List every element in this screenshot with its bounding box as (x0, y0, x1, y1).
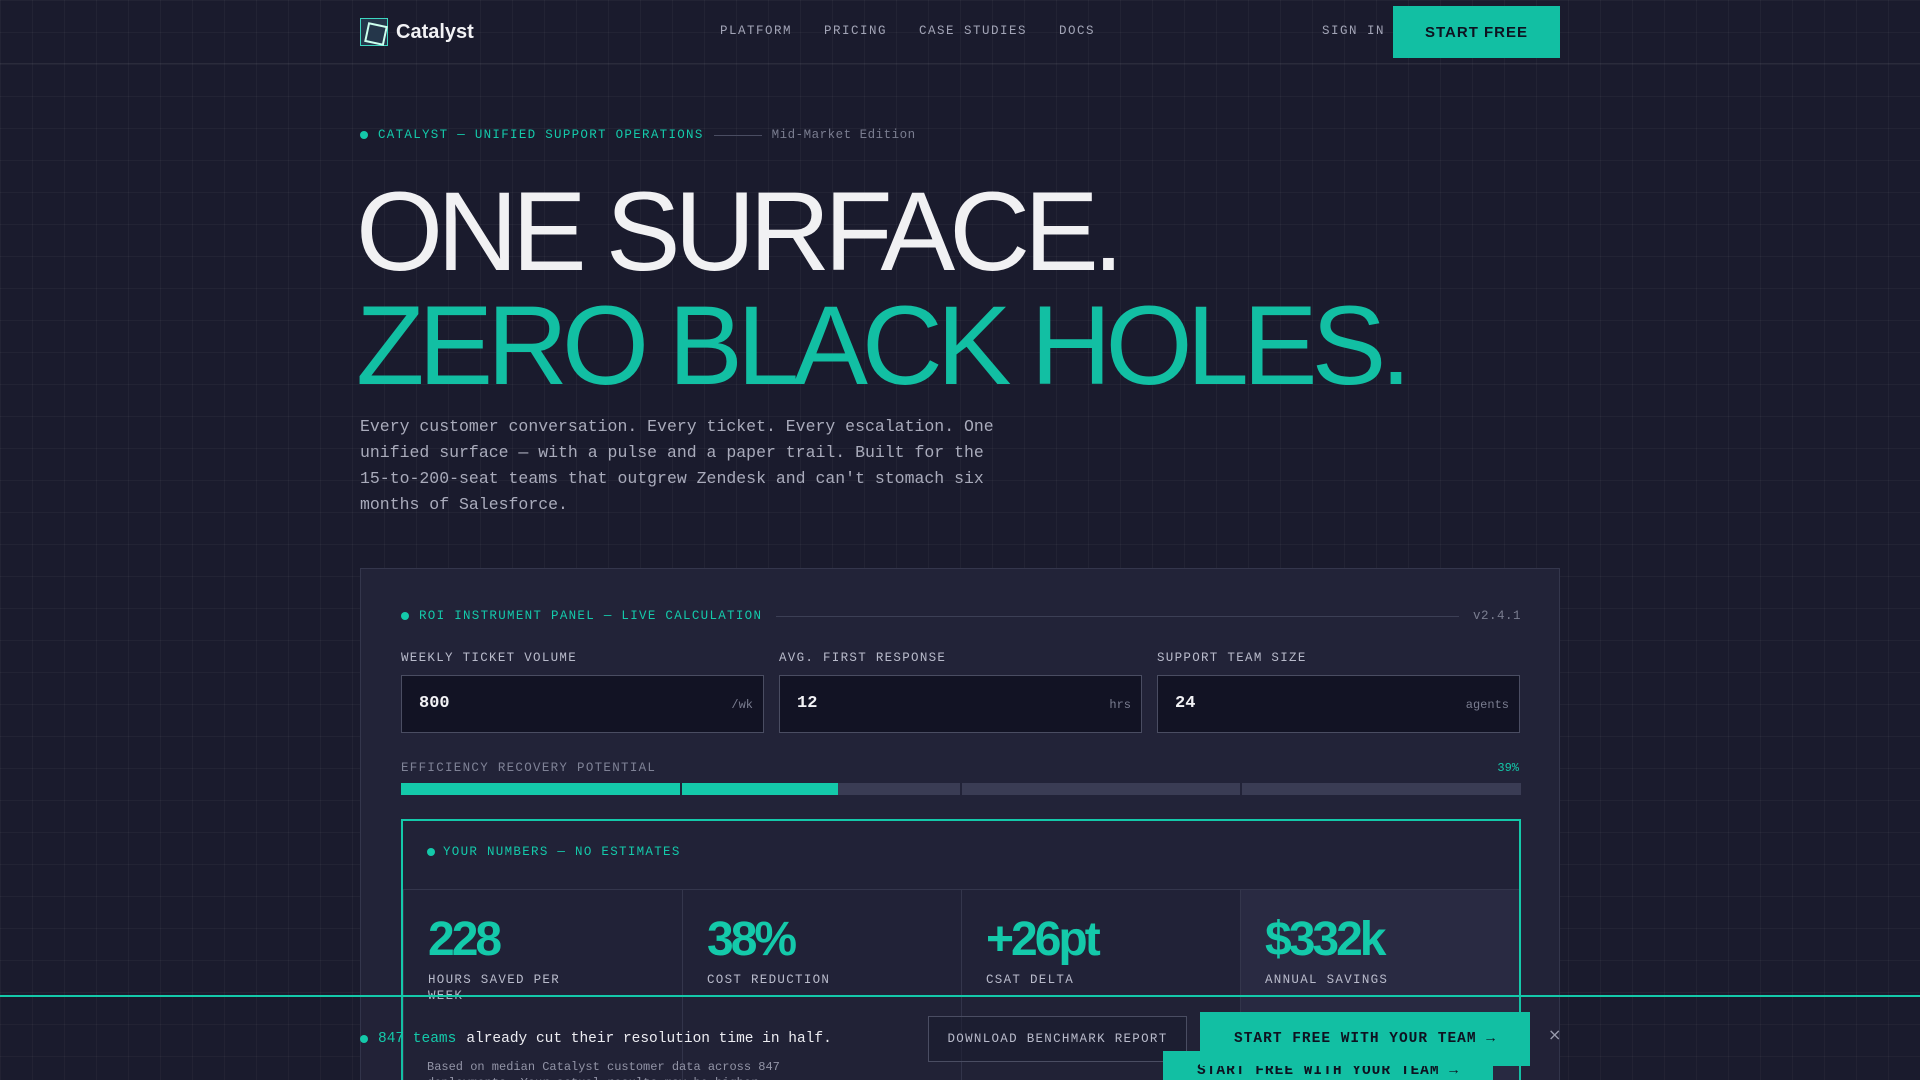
close-icon[interactable]: × (1548, 1025, 1561, 1044)
progress-segment-divider (960, 783, 962, 795)
weekly-ticket-volume-input[interactable]: 800 /wk (401, 675, 764, 733)
top-nav: Catalyst PLATFORM PRICING CASE STUDIES D… (0, 0, 1920, 64)
hero-lede: Every customer conversation. Every ticke… (360, 417, 994, 514)
field-unit: agents (1465, 698, 1509, 712)
results-dot-icon (427, 848, 435, 856)
metric-caption: ANNUAL SAVINGS (1265, 973, 1389, 987)
nav-link-pricing[interactable]: PRICING (824, 24, 887, 38)
logo[interactable]: Catalyst (360, 18, 474, 46)
panel-header: ROI INSTRUMENT PANEL — LIVE CALCULATION … (401, 609, 1521, 623)
field-label: AVG. FIRST RESPONSE (779, 651, 947, 665)
nav-link-case-studies[interactable]: CASE STUDIES (919, 24, 1027, 38)
logo-mark-icon (360, 18, 388, 46)
efficiency-progress-bar (401, 783, 1521, 795)
sticky-cta-bar: 847 teams already cut their resolution t… (0, 995, 1920, 1080)
social-proof-dot-icon (360, 1035, 368, 1043)
social-proof-text: already cut their resolution time in hal… (466, 1031, 832, 1047)
field-value: 12 (797, 694, 818, 713)
metric-value: $332k (1265, 913, 1386, 966)
eyebrow-edition: Mid-Market Edition (771, 128, 916, 142)
field-unit: /wk (731, 698, 753, 712)
hero-eyebrow: CATALYST — UNIFIED SUPPORT OPERATIONS Mi… (360, 128, 916, 142)
progress-segment-divider (680, 783, 682, 795)
field-label: SUPPORT TEAM SIZE (1157, 651, 1307, 665)
start-free-button[interactable]: START FREE (1393, 6, 1560, 58)
metric-value: 38% (707, 913, 797, 966)
support-team-size-input[interactable]: 24 agents (1157, 675, 1520, 733)
avg-first-response-input[interactable]: 12 hrs (779, 675, 1142, 733)
logo-text: Catalyst (396, 20, 474, 43)
field-label: WEEKLY TICKET VOLUME (401, 651, 578, 665)
field-value: 24 (1175, 694, 1196, 713)
teams-count: 847 teams (378, 1031, 457, 1047)
eyebrow-primary: CATALYST — UNIFIED SUPPORT OPERATIONS (378, 128, 704, 142)
results-header: YOUR NUMBERS — NO ESTIMATES (427, 845, 681, 859)
download-benchmark-button[interactable]: DOWNLOAD BENCHMARK REPORT (928, 1016, 1187, 1062)
metric-caption: CSAT DELTA (986, 973, 1075, 987)
nav-link-docs[interactable]: DOCS (1059, 24, 1095, 38)
status-dot-icon (360, 131, 368, 139)
efficiency-label: EFFICIENCY RECOVERY POTENTIAL (401, 761, 657, 775)
metric-value: +26pt (986, 913, 1101, 966)
efficiency-progress-fill (401, 783, 838, 795)
headline-line-2: ZERO BLACK HOLES. (356, 283, 1411, 408)
field-unit: hrs (1109, 698, 1131, 712)
metric-value: 228 (428, 913, 502, 966)
efficiency-percent: 39% (1497, 761, 1519, 775)
field-value: 800 (419, 694, 450, 713)
live-dot-icon (401, 612, 409, 620)
nav-link-platform[interactable]: PLATFORM (720, 24, 792, 38)
eyebrow-divider (713, 134, 762, 136)
progress-segment-divider (1240, 783, 1242, 795)
results-title: YOUR NUMBERS — NO ESTIMATES (443, 845, 681, 859)
metric-caption: COST REDUCTION (707, 973, 831, 987)
social-proof: 847 teams already cut their resolution t… (360, 1031, 832, 1047)
start-free-team-button[interactable]: START FREE WITH YOUR TEAM → (1200, 1012, 1530, 1066)
panel-title: ROI INSTRUMENT PANEL — LIVE CALCULATION (419, 609, 763, 623)
panel-version: v2.4.1 (1472, 609, 1521, 623)
sign-in-link[interactable]: SIGN IN (1322, 24, 1385, 38)
avg-first-response-field: AVG. FIRST RESPONSE 12 hrs (779, 651, 1142, 733)
panel-header-rule (776, 615, 1459, 617)
headline-line-1: ONE SURFACE. (356, 169, 1124, 294)
support-team-size-field: SUPPORT TEAM SIZE 24 agents (1157, 651, 1520, 733)
weekly-ticket-volume-field: WEEKLY TICKET VOLUME 800 /wk (401, 651, 764, 733)
nav-links: PLATFORM PRICING CASE STUDIES DOCS (720, 24, 1095, 38)
